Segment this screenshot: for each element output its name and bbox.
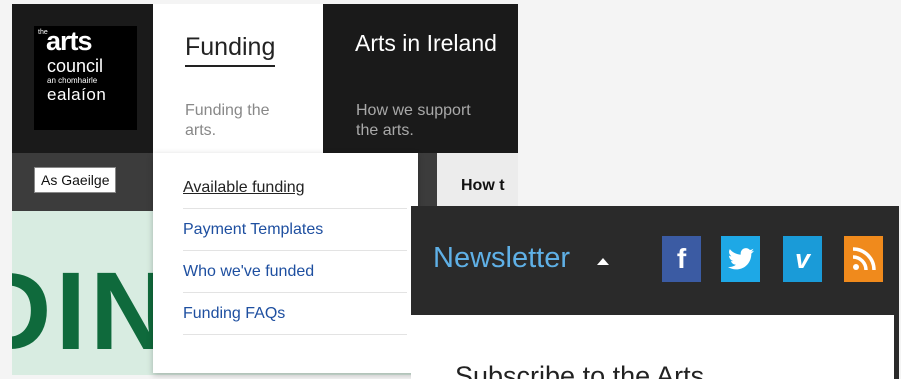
logo-arts-text: arts xyxy=(46,26,93,56)
nav-arts-in-ireland-subtitle: How we support the arts. xyxy=(356,102,471,139)
vimeo-glyph: v xyxy=(794,243,811,274)
nav-arts-in-ireland-title[interactable]: Arts in Ireland xyxy=(355,30,497,57)
funding-dropdown-menu: Available funding Payment Templates Who … xyxy=(153,153,418,373)
facebook-glyph: f xyxy=(676,243,687,274)
dropdown-item-who-weve-funded[interactable]: Who we've funded xyxy=(183,263,407,293)
howto-tab[interactable]: How t xyxy=(437,153,518,211)
subscribe-panel: Subscribe to the Arts xyxy=(411,315,894,379)
nav-funding-subtitle: Funding the arts. xyxy=(185,102,270,139)
howto-tab-label: How t xyxy=(461,177,505,194)
website-footer-screenshot: Newsletter f v Subscribe to the Arts xyxy=(411,206,899,379)
facebook-icon[interactable]: f xyxy=(662,236,701,282)
dropdown-item-funding-faqs[interactable]: Funding FAQs xyxy=(183,305,407,335)
rss-icon[interactable] xyxy=(844,236,883,282)
logo-council-text: council xyxy=(47,56,104,76)
arts-council-logo[interactable]: the arts council an chomhairle ealaíon xyxy=(34,26,137,130)
nav-funding-title[interactable]: Funding xyxy=(185,33,276,67)
logo-ealaion-text: ealaíon xyxy=(47,85,107,104)
rss-glyph xyxy=(852,247,876,271)
logo-small-text: the xyxy=(38,29,48,36)
dropdown-item-available-funding[interactable]: Available funding xyxy=(183,179,407,209)
language-toggle-button[interactable]: As Gaeilge xyxy=(34,167,117,193)
dropdown-item-payment-templates[interactable]: Payment Templates xyxy=(183,221,407,251)
hero-partial-text: DIN xyxy=(12,250,174,373)
caret-up-icon[interactable] xyxy=(597,258,609,265)
newsletter-toggle[interactable]: Newsletter xyxy=(433,242,570,275)
logo-chomhairle-text: an chomhairle xyxy=(47,76,98,85)
vimeo-icon[interactable]: v xyxy=(783,236,822,282)
nav-item-funding[interactable]: Funding Funding the arts. xyxy=(153,4,323,153)
subscribe-heading: Subscribe to the Arts xyxy=(455,361,705,379)
twitter-bird-glyph xyxy=(727,248,754,270)
twitter-icon[interactable] xyxy=(721,236,760,282)
